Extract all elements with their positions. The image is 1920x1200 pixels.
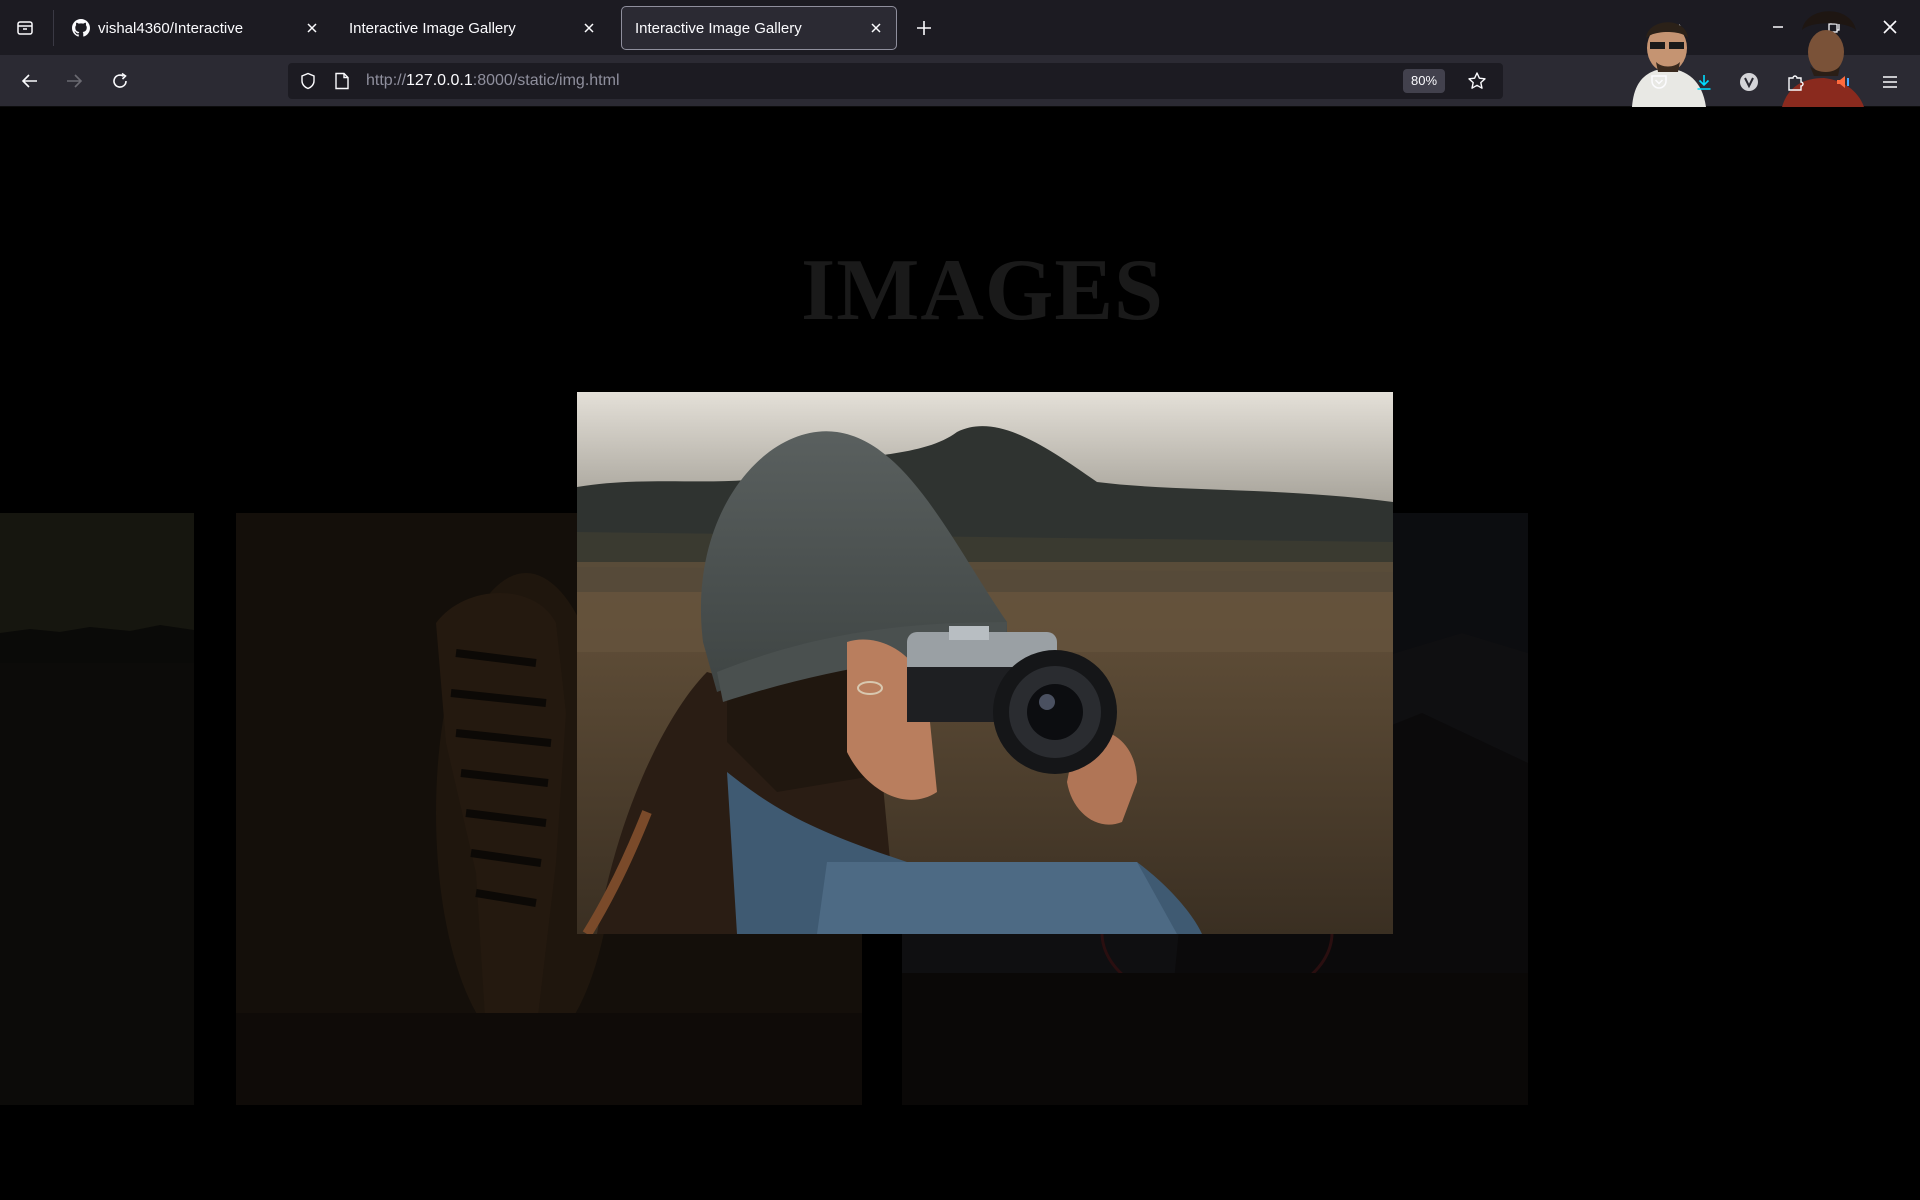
hamburger-menu-icon [1883,76,1897,88]
tab-title: Interactive Image Gallery [635,19,802,37]
close-icon [584,23,594,33]
audio-indicator-button[interactable] [1830,68,1858,96]
close-icon [1883,20,1897,34]
url-text[interactable]: http://127.0.0.1:8000/static/img.html [366,72,620,90]
zoom-level-button[interactable]: 80% [1403,69,1446,93]
tab-github[interactable]: vishal4360/Interactive [58,6,333,50]
tab-title: vishal4360/Interactive [98,19,244,37]
tab-title: Interactive Image Gallery [349,19,516,37]
dark-landscape-image [0,513,194,1105]
plus-icon [917,21,931,35]
bookmark-star-icon[interactable] [1466,70,1488,92]
gallery-image-featured[interactable] [577,392,1393,934]
url-scheme: http:// [366,72,407,89]
forward-button[interactable] [58,65,90,97]
reload-button[interactable] [104,65,136,97]
tab-gallery-active[interactable]: Interactive Image Gallery [621,6,897,50]
reload-icon [113,72,127,88]
firefox-view-icon [17,21,33,35]
new-tab-button[interactable] [910,14,938,42]
tab-separator [53,10,54,46]
gallery-page: IMAGES [0,107,1920,1200]
tab-close-button[interactable] [578,17,600,39]
shield-icon[interactable] [298,71,318,91]
arrow-left-icon [21,74,37,88]
address-bar[interactable]: http://127.0.0.1:8000/static/img.html 80… [288,63,1503,99]
back-button[interactable] [14,65,46,97]
close-window-button[interactable] [1872,10,1908,44]
extensions-button[interactable] [1782,68,1810,96]
page-icon[interactable] [332,71,352,91]
tab-gallery-1[interactable]: Interactive Image Gallery [335,6,610,50]
close-icon [871,23,881,33]
gallery-image-left[interactable] [0,513,194,1105]
pocket-button[interactable] [1645,68,1673,96]
page-title: IMAGES [801,242,1164,339]
tab-close-button[interactable] [301,17,323,39]
extension-v-button[interactable] [1735,68,1763,96]
close-icon [307,23,317,33]
github-icon [72,19,90,37]
arrow-right-icon [67,74,83,88]
photographer-image [577,392,1393,934]
pocket-icon [1651,75,1667,89]
download-icon [1697,75,1711,90]
tab-close-button[interactable] [865,17,887,39]
url-path: :8000/static/img.html [472,72,620,89]
v-extension-icon [1740,73,1758,91]
puzzle-icon [1788,75,1804,91]
downloads-button[interactable] [1690,68,1718,96]
firefox-view-button[interactable] [10,13,40,43]
app-menu-button[interactable] [1876,68,1904,96]
url-host: 127.0.0.1 [406,72,473,89]
speaker-icon [1837,76,1849,88]
